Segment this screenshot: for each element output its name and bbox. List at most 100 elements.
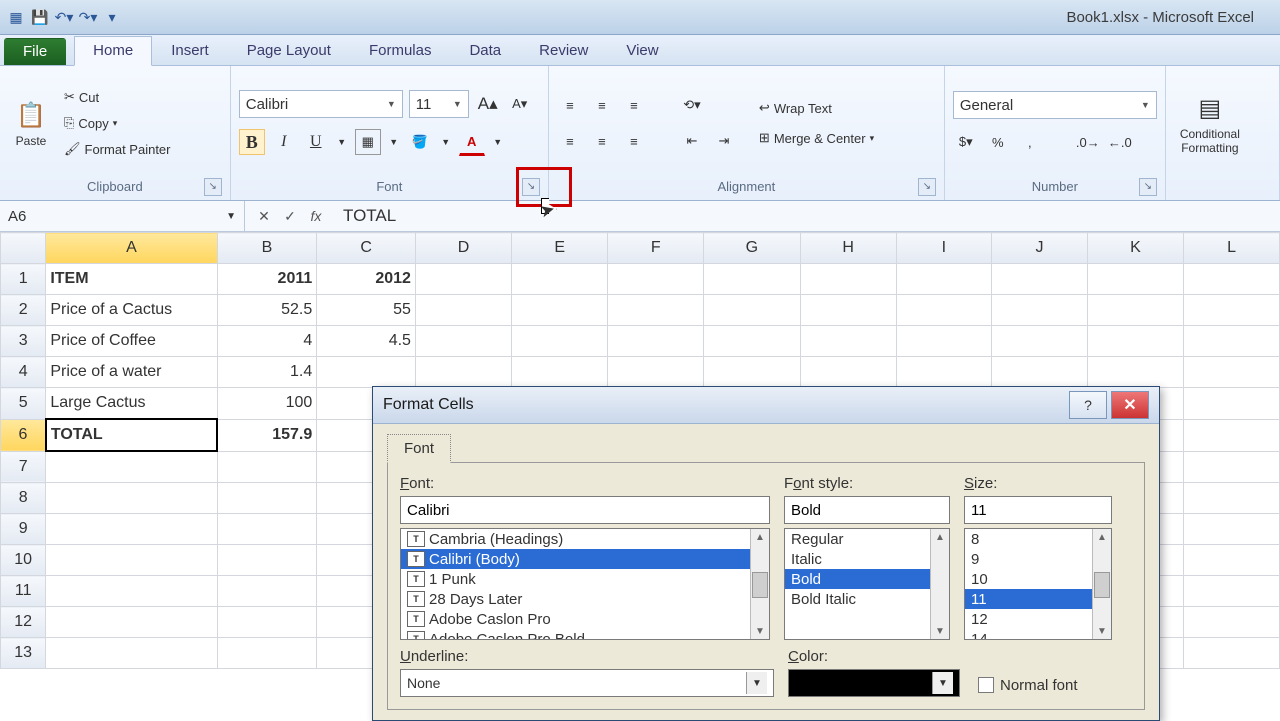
enter-icon[interactable]: ✓ (279, 205, 301, 227)
underline-dropdown[interactable]: None▼ (400, 669, 774, 697)
row-header-7[interactable]: 7 (1, 451, 46, 483)
conditional-formatting-button[interactable]: ▤ Conditional Formatting (1174, 89, 1246, 157)
font-size-input[interactable] (964, 496, 1112, 524)
select-all-corner[interactable] (1, 233, 46, 264)
cell-J2[interactable] (992, 295, 1088, 326)
fill-color-button[interactable]: 🪣 (407, 129, 433, 155)
col-header-C[interactable]: C (317, 233, 416, 264)
cell-A11[interactable] (46, 576, 217, 607)
list-item[interactable]: TCalibri (Body) (401, 549, 769, 569)
alignment-launcher[interactable]: ↘ (918, 178, 936, 196)
cell-L2[interactable] (1184, 295, 1280, 326)
list-item[interactable]: 12 (965, 609, 1111, 629)
list-item[interactable]: 11 (965, 589, 1111, 609)
cell-B5[interactable]: 100 (217, 388, 317, 420)
tab-data[interactable]: Data (450, 36, 520, 65)
list-item[interactable]: Bold (785, 569, 949, 589)
scrollbar[interactable]: ▲▼ (750, 529, 769, 639)
percent-icon[interactable]: % (985, 129, 1011, 155)
cell-L10[interactable] (1184, 545, 1280, 576)
cell-C4[interactable] (317, 357, 416, 388)
row-header-10[interactable]: 10 (1, 545, 46, 576)
cell-B2[interactable]: 52.5 (217, 295, 317, 326)
col-header-D[interactable]: D (415, 233, 511, 264)
list-item[interactable]: T28 Days Later (401, 589, 769, 609)
undo-icon[interactable]: ↶▾ (54, 7, 74, 27)
list-item[interactable]: TAdobe Caslon Pro (401, 609, 769, 629)
cell-F2[interactable] (608, 295, 704, 326)
cell-A6[interactable]: TOTAL (46, 419, 217, 451)
list-item[interactable]: 14 (965, 629, 1111, 640)
cell-A3[interactable]: Price of Coffee (46, 326, 217, 357)
list-item[interactable]: Bold Italic (785, 589, 949, 609)
col-header-I[interactable]: I (896, 233, 991, 264)
format-painter-button[interactable]: 🖌Format Painter (60, 139, 175, 159)
align-bottom-icon[interactable]: ≡ (621, 92, 647, 118)
row-header-6[interactable]: 6 (1, 419, 46, 451)
cell-E2[interactable] (512, 295, 608, 326)
col-header-A[interactable]: A (46, 233, 217, 264)
cell-K1[interactable] (1087, 264, 1183, 295)
borders-dropdown-icon[interactable]: ▼ (387, 129, 401, 155)
cell-L6[interactable] (1184, 419, 1280, 451)
font-color-dropdown-icon[interactable]: ▼ (491, 129, 505, 155)
cell-A2[interactable]: Price of a Cactus (46, 295, 217, 326)
scrollbar[interactable]: ▲▼ (930, 529, 949, 639)
cell-L3[interactable] (1184, 326, 1280, 357)
col-header-J[interactable]: J (992, 233, 1088, 264)
cell-G4[interactable] (704, 357, 800, 388)
row-header-9[interactable]: 9 (1, 514, 46, 545)
scrollbar[interactable]: ▲▼ (1092, 529, 1111, 639)
cell-D4[interactable] (415, 357, 511, 388)
dialog-tab-font[interactable]: Font (387, 434, 451, 463)
font-name-dropdown[interactable]: Calibri▼ (239, 90, 403, 118)
row-header-2[interactable]: 2 (1, 295, 46, 326)
cell-C1[interactable]: 2012 (317, 264, 416, 295)
tab-file[interactable]: File (4, 38, 66, 65)
list-item[interactable]: 8 (965, 529, 1111, 549)
increase-indent-icon[interactable]: ⇥ (711, 128, 737, 154)
cell-I1[interactable] (896, 264, 991, 295)
paste-button[interactable]: 📋 Paste (8, 96, 54, 150)
size-list[interactable]: 8910111214▲▼ (964, 528, 1112, 640)
font-color-button[interactable]: A (459, 128, 485, 156)
col-header-B[interactable]: B (217, 233, 317, 264)
cell-I4[interactable] (896, 357, 991, 388)
cell-H3[interactable] (800, 326, 896, 357)
cell-K4[interactable] (1087, 357, 1183, 388)
tab-view[interactable]: View (607, 36, 677, 65)
cell-J4[interactable] (992, 357, 1088, 388)
cell-A8[interactable] (46, 483, 217, 514)
list-item[interactable]: TAdobe Caslon Pro Bold (401, 629, 769, 640)
tab-home[interactable]: Home (74, 36, 152, 66)
cell-E3[interactable] (512, 326, 608, 357)
cell-I3[interactable] (896, 326, 991, 357)
cell-E1[interactable] (512, 264, 608, 295)
align-top-icon[interactable]: ≡ (557, 92, 583, 118)
cell-B6[interactable]: 157.9 (217, 419, 317, 451)
italic-button[interactable]: I (271, 129, 297, 155)
number-launcher[interactable]: ↘ (1139, 178, 1157, 196)
cell-L4[interactable] (1184, 357, 1280, 388)
list-item[interactable]: T1 Punk (401, 569, 769, 589)
orientation-icon[interactable]: ⟲▾ (679, 92, 705, 118)
cell-L11[interactable] (1184, 576, 1280, 607)
cell-L9[interactable] (1184, 514, 1280, 545)
font-style-input[interactable] (784, 496, 950, 524)
dialog-titlebar[interactable]: Format Cells ? ✕ (373, 387, 1159, 424)
tab-page-layout[interactable]: Page Layout (228, 36, 350, 65)
align-middle-icon[interactable]: ≡ (589, 92, 615, 118)
tab-review[interactable]: Review (520, 36, 607, 65)
cell-B11[interactable] (217, 576, 317, 607)
cell-D1[interactable] (415, 264, 511, 295)
cell-J3[interactable] (992, 326, 1088, 357)
cell-A7[interactable] (46, 451, 217, 483)
list-item[interactable]: Regular (785, 529, 949, 549)
increase-font-icon[interactable]: A▴ (475, 91, 501, 117)
cell-B4[interactable]: 1.4 (217, 357, 317, 388)
cell-F1[interactable] (608, 264, 704, 295)
decrease-decimal-icon[interactable]: ←.0 (1107, 129, 1133, 155)
cell-H1[interactable] (800, 264, 896, 295)
cell-G1[interactable] (704, 264, 800, 295)
row-header-1[interactable]: 1 (1, 264, 46, 295)
